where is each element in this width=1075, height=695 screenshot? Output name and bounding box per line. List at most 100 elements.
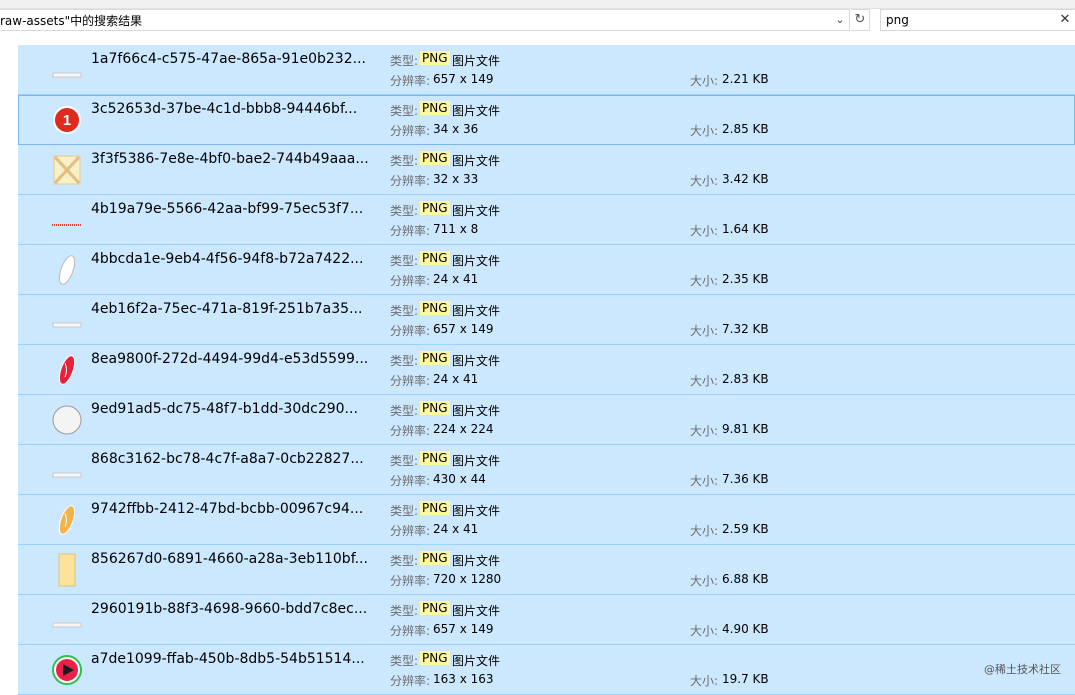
thin-bar-thumbnail-icon: [52, 453, 82, 487]
chevron-down-icon[interactable]: ⌄: [832, 11, 848, 29]
resolution-value: 720 x 1280: [433, 572, 502, 586]
search-results-list: 1a7f66c4-c575-47ae-865a-91e0b232... 类型: PN…: [18, 45, 1075, 695]
list-item[interactable]: 868c3162-bc78-4c7f-a8a7-0cb22827... 类型: PN…: [18, 445, 1075, 495]
svg-text:1: 1: [63, 112, 71, 129]
list-item[interactable]: 3f3f5386-7e8e-4bf0-bae2-744b49aaa... 类型: P…: [18, 145, 1075, 195]
size-label: 大小:: [690, 374, 719, 388]
type-value: 图片文件: [452, 554, 501, 568]
file-name: 4eb16f2a-75ec-471a-819f-251b7a35...: [91, 301, 363, 317]
size-label: 大小:: [690, 124, 719, 138]
size-value: 1.64 KB: [722, 222, 769, 236]
resolution-label: 分辨率:: [390, 474, 431, 488]
play-button-thumbnail-icon: [52, 653, 82, 687]
size-label: 大小:: [690, 224, 719, 238]
list-item[interactable]: 1a7f66c4-c575-47ae-865a-91e0b232... 类型: PN…: [18, 45, 1075, 95]
type-label: 类型:: [390, 504, 419, 518]
size-value: 2.83 KB: [722, 372, 769, 386]
size-value: 6.88 KB: [722, 572, 769, 586]
type-highlight: PNG: [420, 551, 450, 565]
resolution-label: 分辨率:: [390, 674, 431, 688]
list-item[interactable]: 2960191b-88f3-4698-9660-bdd7c8ec... 类型: PN…: [18, 595, 1075, 645]
type-value: 图片文件: [452, 104, 501, 118]
list-item[interactable]: 1 3c52653d-37be-4c1d-bbb8-94446bf... 类型: PN…: [18, 95, 1075, 145]
type-value: 图片文件: [452, 604, 501, 618]
search-box[interactable]: png ✕: [880, 9, 1075, 31]
file-name: 856267d0-6891-4660-a28a-3eb110bf...: [91, 551, 368, 567]
red-leaf-thumbnail-icon: [52, 353, 82, 387]
resolution-value: 34 x 36: [433, 122, 479, 136]
resolution-label: 分辨率:: [390, 424, 431, 438]
search-input[interactable]: png: [886, 13, 909, 27]
address-bar[interactable]: raw-assets"中的搜索结果 ⌄: [0, 9, 850, 31]
list-item[interactable]: 4eb16f2a-75ec-471a-819f-251b7a35... 类型: PN…: [18, 295, 1075, 345]
type-highlight: PNG: [420, 651, 450, 665]
size-value: 7.36 KB: [722, 472, 769, 486]
type-value: 图片文件: [452, 54, 501, 68]
file-name: 8ea9800f-272d-4494-99d4-e53d5599...: [91, 351, 369, 367]
list-item[interactable]: 856267d0-6891-4660-a28a-3eb110bf... 类型: PN…: [18, 545, 1075, 595]
cross-tile-thumbnail-icon: [52, 153, 82, 187]
file-name: 4b19a79e-5566-42aa-bf99-75ec53f7...: [91, 201, 364, 217]
size-label: 大小:: [690, 624, 719, 638]
type-highlight: PNG: [420, 201, 450, 215]
size-value: 2.59 KB: [722, 522, 769, 536]
watermark-text: @稀土技术社区: [984, 663, 1061, 676]
list-item[interactable]: 9ed91ad5-dc75-48f7-b1dd-30dc290... 类型: PNG…: [18, 395, 1075, 445]
file-name: 9742ffbb-2412-47bd-bcbb-00967c94...: [91, 501, 364, 517]
list-item[interactable]: a7de1099-ffab-450b-8db5-54b51514... 类型: PN…: [18, 645, 1075, 695]
list-item[interactable]: 9742ffbb-2412-47bd-bcbb-00967c94... 类型: PN…: [18, 495, 1075, 545]
resolution-label: 分辨率:: [390, 624, 431, 638]
size-label: 大小:: [690, 524, 719, 538]
type-highlight: PNG: [420, 51, 450, 65]
thin-bar-thumbnail-icon: [52, 603, 82, 637]
type-value: 图片文件: [452, 254, 501, 268]
resolution-value: 24 x 41: [433, 522, 479, 536]
resolution-label: 分辨率:: [390, 524, 431, 538]
type-value: 图片文件: [452, 654, 501, 668]
white-leaf-thumbnail-icon: [52, 253, 82, 287]
circle-thumbnail-icon: [52, 403, 82, 437]
resolution-value: 711 x 8: [433, 222, 479, 236]
resolution-value: 430 x 44: [433, 472, 486, 486]
list-item[interactable]: 4bbcda1e-9eb4-4f56-94f8-b72a7422... 类型: PN…: [18, 245, 1075, 295]
file-name: 3c52653d-37be-4c1d-bbb8-94446bf...: [91, 101, 358, 117]
size-value: 2.35 KB: [722, 272, 769, 286]
resolution-value: 163 x 163: [433, 672, 494, 686]
type-highlight: PNG: [420, 451, 450, 465]
file-name: 9ed91ad5-dc75-48f7-b1dd-30dc290...: [91, 401, 358, 417]
resolution-label: 分辨率:: [390, 74, 431, 88]
resolution-value: 657 x 149: [433, 322, 494, 336]
type-label: 类型:: [390, 604, 419, 618]
list-item[interactable]: 4b19a79e-5566-42aa-bf99-75ec53f7... 类型: PN…: [18, 195, 1075, 245]
red-dotted-line-thumbnail-icon: [52, 203, 82, 237]
type-value: 图片文件: [452, 404, 501, 418]
size-value: 2.85 KB: [722, 122, 769, 136]
type-label: 类型:: [390, 254, 419, 268]
resolution-label: 分辨率:: [390, 174, 431, 188]
resolution-value: 24 x 41: [433, 372, 479, 386]
thin-bar-thumbnail-icon: [52, 303, 82, 337]
file-name: a7de1099-ffab-450b-8db5-54b51514...: [91, 651, 365, 667]
type-highlight: PNG: [420, 101, 450, 115]
size-value: 3.42 KB: [722, 172, 769, 186]
size-value: 9.81 KB: [722, 422, 769, 436]
resolution-value: 224 x 224: [433, 422, 494, 436]
close-icon[interactable]: ✕: [1058, 11, 1072, 29]
type-label: 类型:: [390, 54, 419, 68]
type-value: 图片文件: [452, 454, 501, 468]
size-label: 大小:: [690, 424, 719, 438]
type-label: 类型:: [390, 304, 419, 318]
resolution-label: 分辨率:: [390, 224, 431, 238]
address-text: raw-assets"中的搜索结果: [0, 14, 143, 28]
refresh-icon[interactable]: ↻: [851, 9, 870, 31]
type-label: 类型:: [390, 354, 419, 368]
file-name: 4bbcda1e-9eb4-4f56-94f8-b72a7422...: [91, 251, 364, 267]
type-value: 图片文件: [452, 204, 501, 218]
resolution-value: 32 x 33: [433, 172, 479, 186]
resolution-value: 657 x 149: [433, 622, 494, 636]
type-value: 图片文件: [452, 154, 501, 168]
resolution-label: 分辨率:: [390, 274, 431, 288]
list-item[interactable]: 8ea9800f-272d-4494-99d4-e53d5599... 类型: PN…: [18, 345, 1075, 395]
type-highlight: PNG: [420, 401, 450, 415]
type-highlight: PNG: [420, 151, 450, 165]
